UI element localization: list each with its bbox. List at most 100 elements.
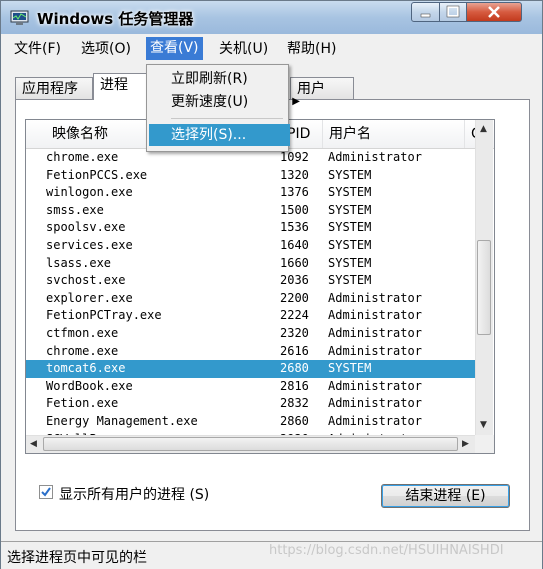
checkbox-box[interactable] bbox=[39, 485, 53, 499]
process-name: lsass.exe bbox=[46, 255, 112, 270]
submenu-arrow-icon: ▶ bbox=[292, 96, 300, 107]
process-user: SYSTEM bbox=[328, 185, 372, 200]
process-name: smss.exe bbox=[46, 202, 104, 217]
process-pid: 2816 bbox=[280, 378, 309, 393]
process-pid: 2680 bbox=[280, 361, 309, 376]
process-user: SYSTEM bbox=[328, 255, 372, 270]
table-row[interactable]: services.exe1640SYSTEM0 bbox=[26, 237, 487, 255]
maximize-icon bbox=[446, 5, 460, 18]
process-pid: 2832 bbox=[280, 396, 309, 411]
close-button[interactable] bbox=[466, 2, 522, 22]
table-row[interactable]: FetionPCCS.exe1320SYSTEM0 bbox=[26, 167, 487, 185]
menu-bar: 文件(F) 选项(O) 查看(V) 关机(U) 帮助(H) bbox=[1, 35, 542, 61]
menu-item-refresh-now[interactable]: 立即刷新(R) bbox=[149, 68, 290, 90]
check-icon bbox=[41, 487, 51, 497]
scroll-left-icon[interactable]: ◀ bbox=[30, 439, 37, 449]
process-name: svchost.exe bbox=[46, 273, 126, 288]
menu-item-update-speed[interactable]: 更新速度(U) ▶ bbox=[149, 91, 300, 113]
minimize-icon bbox=[420, 13, 431, 18]
table-row[interactable]: winlogon.exe1376SYSTEM0 bbox=[26, 184, 487, 202]
process-user: SYSTEM bbox=[328, 361, 372, 376]
process-pid: 1376 bbox=[280, 185, 309, 200]
process-pid: 2320 bbox=[280, 325, 309, 340]
process-user: SYSTEM bbox=[328, 273, 372, 288]
table-row[interactable]: chrome.exe2616Administrator0 bbox=[26, 343, 487, 361]
minimize-button[interactable] bbox=[411, 2, 440, 22]
process-pid: 1500 bbox=[280, 202, 309, 217]
process-user: Administrator bbox=[328, 396, 422, 411]
process-name: ctfmon.exe bbox=[46, 325, 119, 340]
menu-help[interactable]: 帮助(H) bbox=[283, 39, 340, 59]
update-speed-label: 更新速度(U) bbox=[171, 94, 249, 110]
process-user: Administrator bbox=[328, 413, 422, 428]
process-pid: 1660 bbox=[280, 255, 309, 270]
title-bar[interactable]: Windows 任务管理器 bbox=[1, 1, 542, 34]
table-row[interactable]: ctfmon.exe2320Administrator0 bbox=[26, 325, 487, 343]
maximize-button[interactable] bbox=[439, 2, 467, 22]
table-row[interactable]: lsass.exe1660SYSTEM0 bbox=[26, 255, 487, 273]
process-name: chrome.exe bbox=[46, 343, 119, 358]
process-name: FetionPCCS.exe bbox=[46, 167, 148, 182]
scroll-up-icon[interactable]: ▲ bbox=[480, 124, 487, 134]
process-list[interactable]: 映像名称 PID 用户名 C chrome.exe1092Administrat… bbox=[25, 119, 495, 454]
task-manager-window: Windows 任务管理器 文件(F) 选项(O) 查看(V) 关机(U) 帮助… bbox=[0, 0, 543, 569]
column-user-name[interactable]: 用户名 bbox=[323, 120, 465, 148]
table-row[interactable]: spoolsv.exe1536SYSTEM0 bbox=[26, 219, 487, 237]
menu-file[interactable]: 文件(F) bbox=[10, 39, 65, 59]
scroll-down-icon[interactable]: ▼ bbox=[480, 420, 487, 430]
status-text: 选择进程页中可见的栏 bbox=[7, 550, 147, 566]
menu-shutdown[interactable]: 关机(U) bbox=[215, 39, 272, 59]
process-user: Administrator bbox=[328, 290, 422, 305]
process-pid: 2616 bbox=[280, 343, 309, 358]
tab-applications[interactable]: 应用程序 bbox=[15, 77, 93, 99]
horizontal-scroll-thumb[interactable] bbox=[43, 437, 458, 451]
process-name: winlogon.exe bbox=[46, 185, 133, 200]
window-title: Windows 任务管理器 bbox=[37, 10, 194, 28]
process-name: WordBook.exe bbox=[46, 378, 133, 393]
process-name: services.exe bbox=[46, 237, 133, 252]
table-row[interactable]: FetionPCTray.exe2224Administrator0 bbox=[26, 307, 487, 325]
table-row[interactable]: explorer.exe2200Administrator0 bbox=[26, 290, 487, 308]
process-name: Fetion.exe bbox=[46, 396, 119, 411]
process-user: Administrator bbox=[328, 325, 422, 340]
process-name: Energy Management.exe bbox=[46, 413, 198, 428]
process-user: SYSTEM bbox=[328, 237, 372, 252]
process-user: Administrator bbox=[328, 308, 422, 323]
process-name: explorer.exe bbox=[46, 290, 133, 305]
table-row[interactable]: tomcat6.exe2680SYSTEM4 bbox=[26, 360, 487, 378]
horizontal-scrollbar[interactable]: ◀ ▶ bbox=[26, 435, 475, 453]
process-name: tomcat6.exe bbox=[46, 361, 126, 376]
process-name: FetionPCTray.exe bbox=[46, 308, 162, 323]
vertical-scrollbar[interactable]: ▲ ▼ bbox=[475, 120, 493, 435]
end-process-button[interactable]: 结束进程 (E) bbox=[381, 484, 510, 508]
process-pid: 2224 bbox=[280, 308, 309, 323]
process-user: Administrator bbox=[328, 343, 422, 358]
process-pid: 1536 bbox=[280, 220, 309, 235]
scroll-right-icon[interactable]: ▶ bbox=[462, 439, 469, 449]
scroll-corner bbox=[475, 435, 494, 453]
table-row[interactable]: Fetion.exe2832Administrator0 bbox=[26, 395, 487, 413]
process-rows: chrome.exe1092Administrator0FetionPCCS.e… bbox=[26, 149, 487, 448]
process-user: Administrator bbox=[328, 378, 422, 393]
process-pid: 1640 bbox=[280, 237, 309, 252]
vertical-scroll-thumb[interactable] bbox=[477, 240, 491, 335]
process-name: spoolsv.exe bbox=[46, 220, 126, 235]
process-user: SYSTEM bbox=[328, 167, 372, 182]
menu-item-select-columns[interactable]: 选择列(S)... bbox=[149, 124, 290, 146]
process-pid: 2200 bbox=[280, 290, 309, 305]
table-row[interactable]: Energy Management.exe2860Administrator0 bbox=[26, 413, 487, 431]
close-icon bbox=[488, 6, 500, 18]
process-pid: 1320 bbox=[280, 167, 309, 182]
process-pid: 2036 bbox=[280, 273, 309, 288]
table-row[interactable]: svchost.exe2036SYSTEM0 bbox=[26, 272, 487, 290]
process-pid: 2860 bbox=[280, 413, 309, 428]
task-manager-icon bbox=[10, 10, 29, 25]
tab-processes[interactable]: 进程 bbox=[93, 73, 151, 100]
watermark: https://blog.csdn.net/HSUIHNAISHDI bbox=[269, 543, 504, 558]
process-user: Administrator bbox=[328, 150, 422, 164]
table-row[interactable]: WordBook.exe2816Administrator0 bbox=[26, 378, 487, 396]
table-row[interactable]: smss.exe1500SYSTEM0 bbox=[26, 202, 487, 220]
menu-options[interactable]: 选项(O) bbox=[77, 39, 135, 59]
menu-view[interactable]: 查看(V) bbox=[146, 37, 203, 60]
show-all-users-label: 显示所有用户的进程 (S) bbox=[59, 487, 210, 503]
